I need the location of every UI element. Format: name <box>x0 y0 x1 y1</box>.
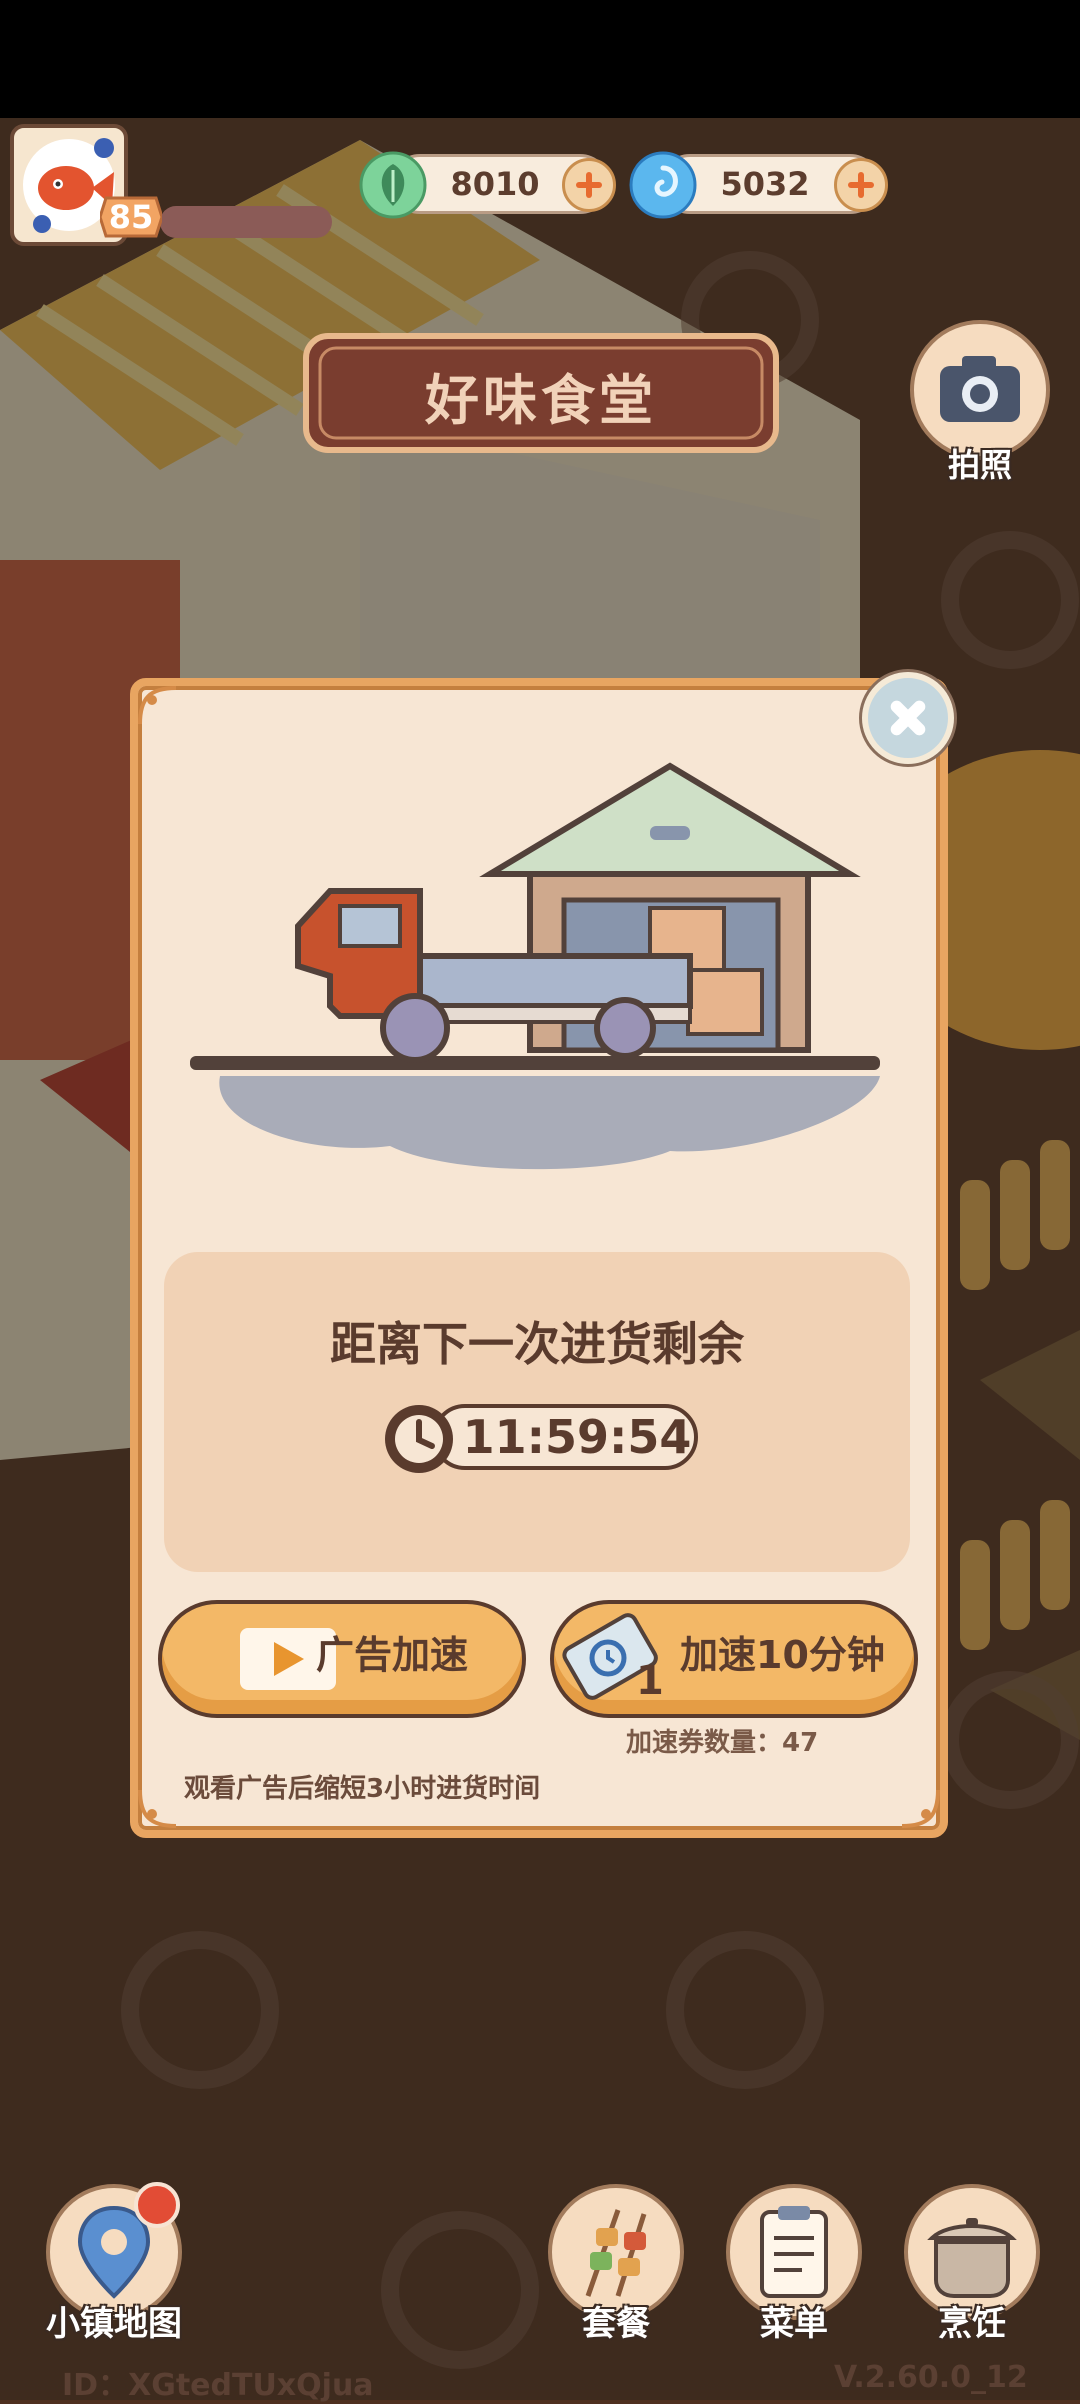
close-icon[interactable] <box>862 672 954 764</box>
add-leaf-gem-button[interactable] <box>562 158 616 212</box>
shop-sign-title: 好味食堂 <box>425 369 657 432</box>
voucher-quantity: 加速券数量：47 <box>626 1728 819 1758</box>
countdown-value: 11:59:54 <box>462 1410 692 1464</box>
player-id: ID：XGtedTUxQjua <box>62 2368 374 2403</box>
ticket-count: 1 <box>636 1658 664 1704</box>
add-blue-swirl-gem-button[interactable] <box>834 158 888 212</box>
corner-ornament-icon <box>138 1789 177 1828</box>
camera-button[interactable] <box>910 320 1050 460</box>
player-level: 85 <box>108 198 154 236</box>
status-bar <box>0 0 1080 118</box>
notification-badge <box>134 2182 180 2228</box>
ad-hint-text: 观看广告后缩短3小时进货时间 <box>184 1774 541 1804</box>
town-map-label: 小镇地图 <box>46 2304 182 2344</box>
app-version: V.2.60.0_12 <box>834 2360 1028 2395</box>
cooking-label: 烹饪 <box>938 2304 1006 2344</box>
blue-swirl-gem-icon <box>629 151 697 219</box>
ad-speedup-label: 广告加速 <box>316 1633 469 1677</box>
set-meal-label: 套餐 <box>582 2304 650 2344</box>
clock-icon <box>385 1405 453 1473</box>
blue-swirl-gem-amount: 5032 <box>720 165 810 203</box>
menu-label: 菜单 <box>760 2304 828 2344</box>
delivery-truck-illustration <box>190 762 881 1170</box>
corner-ornament-icon <box>138 686 177 725</box>
restock-countdown-title: 距离下一次进货剩余 <box>330 1317 744 1371</box>
speedup-10min-label: 加速10分钟 <box>680 1633 885 1677</box>
camera-icon <box>940 356 1020 422</box>
camera-label: 拍照 <box>947 446 1012 484</box>
corner-ornament-icon <box>901 1789 940 1828</box>
xp-bar <box>160 206 332 238</box>
leaf-gem-icon <box>359 151 427 219</box>
leaf-gem-amount: 8010 <box>450 165 540 203</box>
